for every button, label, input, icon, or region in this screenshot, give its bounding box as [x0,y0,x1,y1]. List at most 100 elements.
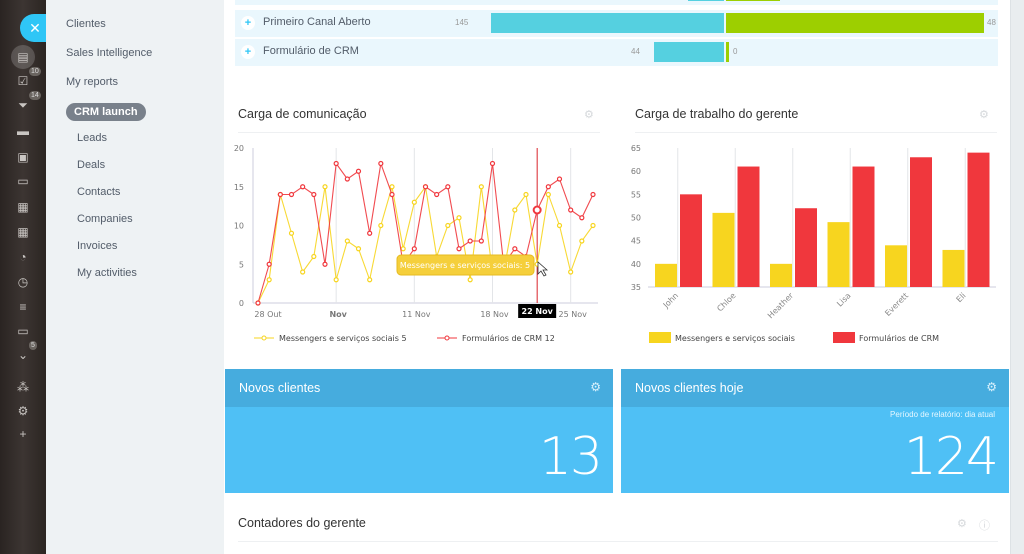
data-point [478,238,484,244]
data-point [579,215,585,221]
y-tick-label: 60 [631,167,641,176]
data-point [523,191,529,198]
page-scrollbar[interactable] [1010,0,1024,554]
data-point [512,207,518,213]
data-point [344,176,350,182]
bar-heather-0 [770,263,792,287]
y-tick-label: 40 [631,260,641,269]
data-point [311,191,317,198]
data-point [579,238,585,244]
bar-lisa-1 [852,166,875,287]
x-tick-label: Lisa [835,291,853,309]
data-point [378,222,384,229]
data-point [389,191,395,198]
x-tick-label: 18 Nov [480,310,509,319]
data-point [478,184,484,190]
data-point [568,269,574,275]
y-tick-label: 50 [631,214,641,223]
data-point [445,222,451,229]
data-point [311,253,317,260]
y-tick-label: 35 [631,283,641,292]
data-point [456,246,462,252]
y-tick-label: 20 [234,144,244,153]
y-tick-label: 0 [239,299,244,308]
data-point [378,160,384,167]
data-point [333,277,339,283]
bar-everett-1 [910,157,932,287]
crosshair-label: 22 Nov [522,307,554,316]
x-tick-label: Chloe [715,291,737,313]
data-point [467,238,473,244]
data-point [255,300,261,306]
x-tick-label: 28 Out [254,310,281,319]
bar-everett-0 [885,245,907,287]
series-line-0 [257,185,594,304]
legend-label: Messengers e serviços sociais [675,334,795,343]
y-tick-label: 45 [631,237,641,246]
x-tick-label: Heather [766,291,796,321]
data-point [355,246,362,252]
x-tick-label: 11 Nov [402,310,431,319]
data-point [456,215,462,221]
bar-lisa-0 [827,222,850,287]
x-tick-label: Everett [883,291,910,318]
data-point [288,191,295,198]
y-tick-label: 65 [631,144,641,153]
data-point [344,238,350,244]
data-point [590,222,596,229]
legend-swatch [833,332,855,343]
data-point [277,191,283,198]
y-tick-label: 55 [631,190,641,199]
y-tick-label: 15 [234,183,244,192]
data-point [590,191,596,198]
data-point [489,160,496,167]
x-tick-label: 25 Nov [558,310,587,319]
x-tick-label: Eli [955,291,968,304]
data-point [568,207,574,213]
legend-label: Messengers e serviços sociais 5 [279,334,407,343]
data-point [545,191,551,198]
data-point [445,184,451,190]
data-point [411,246,417,252]
data-point [300,184,306,190]
bar-john-0 [655,263,677,287]
data-point [512,246,518,252]
bar-eli-1 [967,152,990,287]
bar-chloe-1 [737,166,760,287]
legend-label: Formulários de CRM [859,334,939,343]
data-point [322,261,328,267]
data-point [355,168,362,174]
data-point [422,184,429,190]
legend-swatch [649,332,671,343]
legend-label: Formulários de CRM 12 [462,334,555,343]
data-point [367,277,373,283]
x-tick-label: John [661,291,680,310]
data-point [266,277,272,283]
data-point [266,261,272,267]
data-point [322,184,328,190]
y-tick-label: 5 [239,260,244,269]
data-point [411,199,417,205]
data-point [400,246,406,252]
legend-marker [261,335,267,341]
mouse-cursor-icon [537,261,549,277]
charts-layer: 0 5 10 15 20 28 Out Nov 11 Nov 18 Nov 25 Nov Messe… [234,144,996,343]
data-point [367,230,373,236]
data-point [556,222,563,229]
bar-heather-1 [795,208,817,287]
y-tick-label: 10 [234,222,244,231]
data-point [467,277,473,283]
legend-marker [444,335,450,341]
bar-chloe-0 [712,212,735,287]
data-point [333,160,339,167]
data-point [556,176,563,182]
highlight-point [532,205,542,215]
data-point [288,230,295,236]
bar-eli-0 [942,249,965,287]
data-point [434,191,440,198]
x-tick-label: Nov [329,310,347,319]
tooltip-text: Messengers e serviços sociais: 5 [400,261,530,270]
data-point [389,184,395,190]
bar-john-1 [680,194,702,287]
app-frame: ✕ ▤☑10⏷14▬▣▭▦▦◔◷≡▭⌄5⁂⚙+ · Clientes Sales… [0,0,1024,554]
